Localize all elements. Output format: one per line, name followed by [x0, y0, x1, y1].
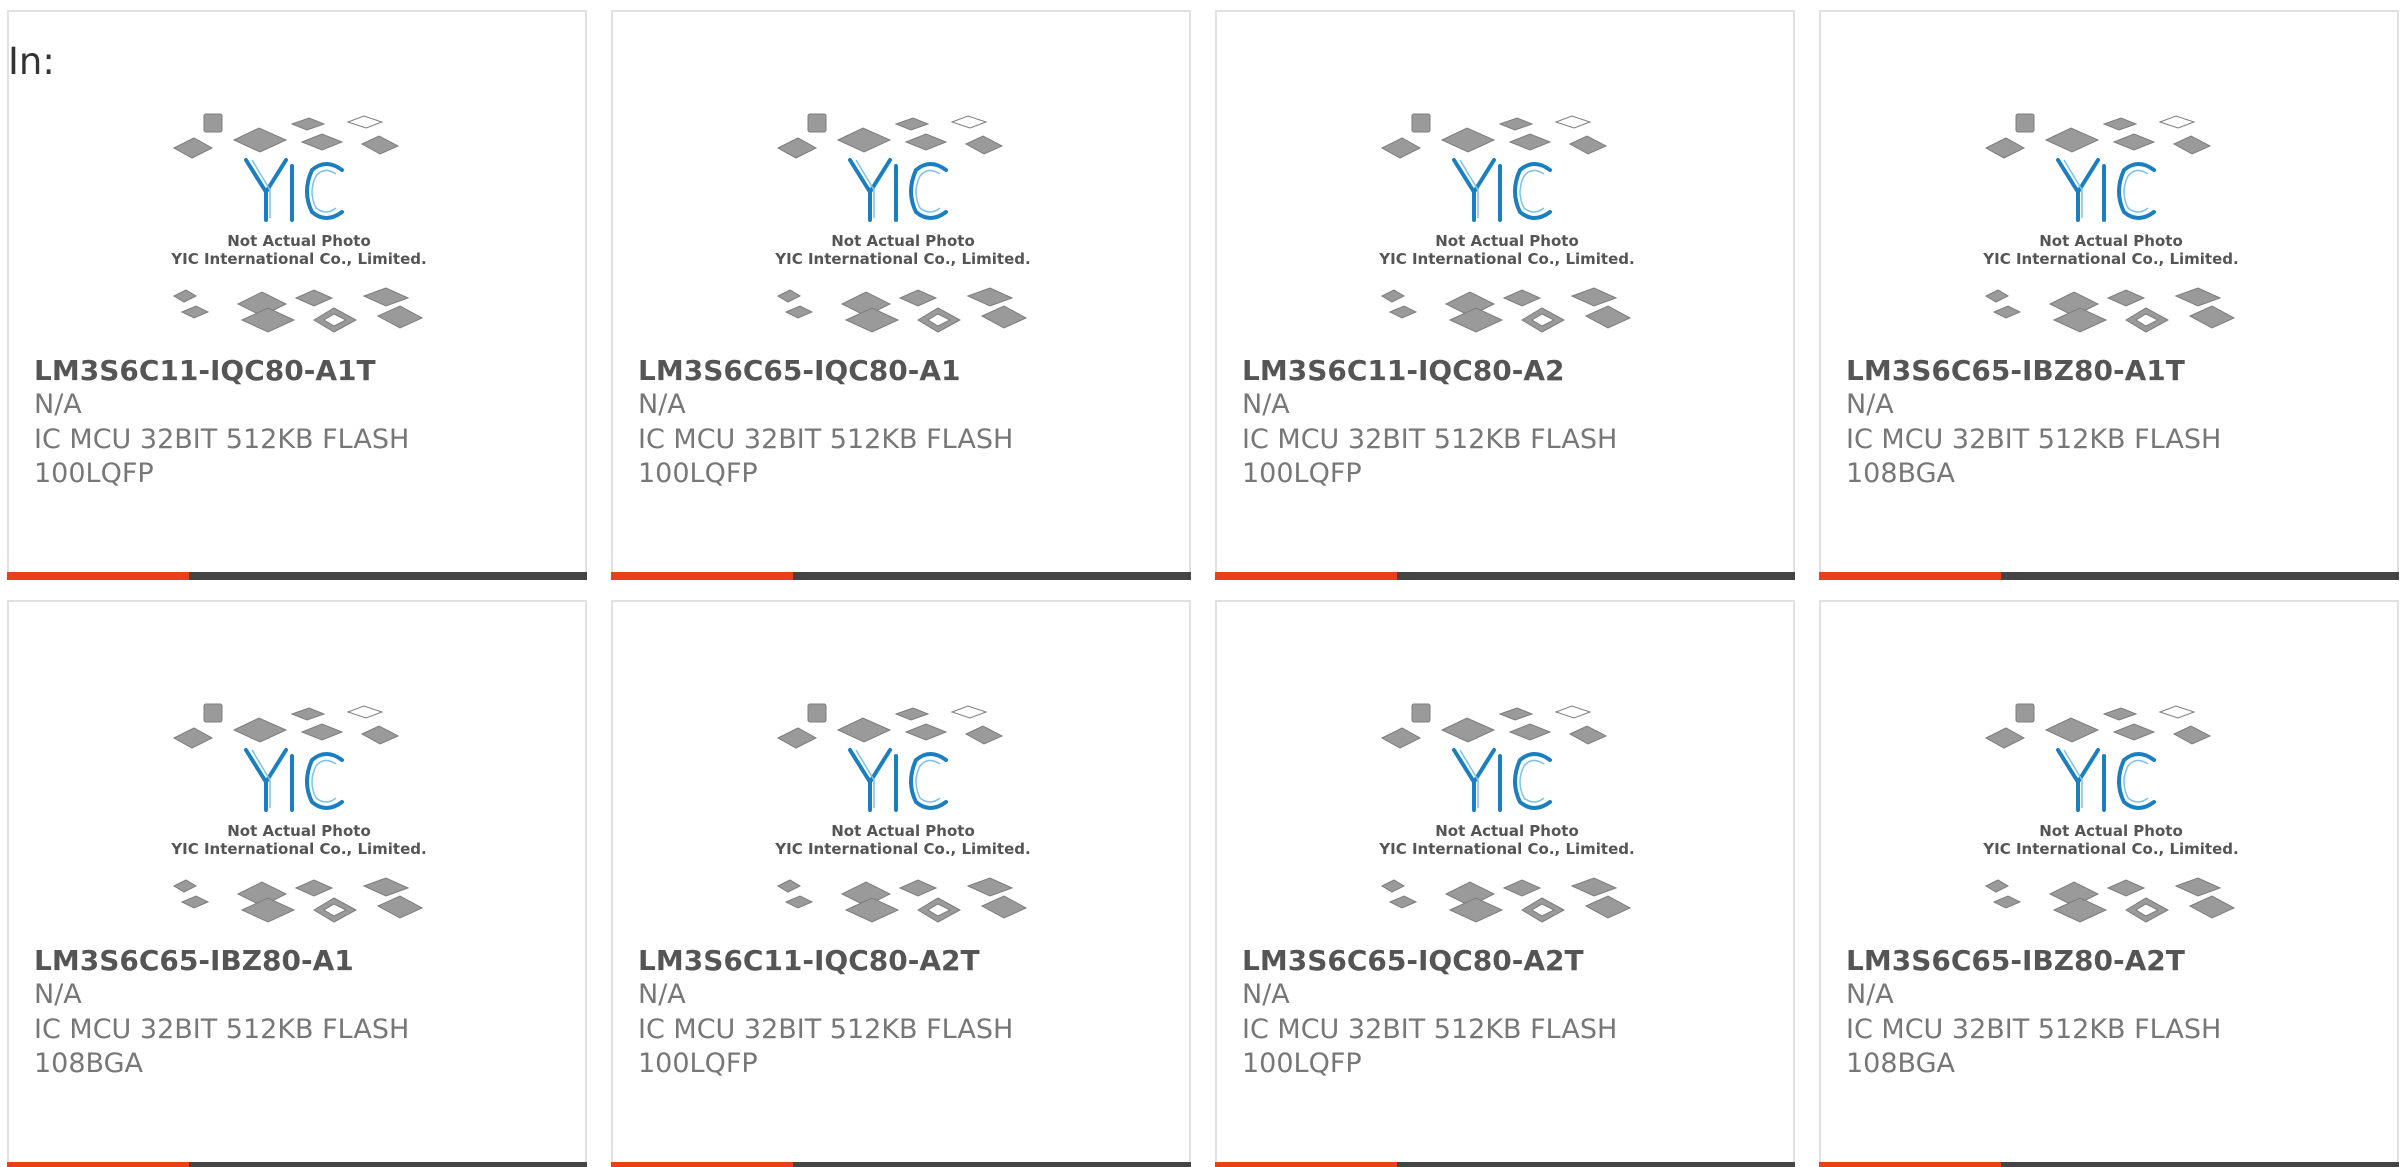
product-card[interactable]: Not Actual Photo YIC International Co., … — [7, 600, 587, 1167]
description: IC MCU 32BIT 512KB FLASH 100LQFP — [638, 423, 1158, 491]
product-photo-placeholder: Not Actual Photo YIC International Co., … — [164, 690, 434, 940]
part-number[interactable]: LM3S6C11-IQC80-A2 — [1242, 354, 1564, 387]
product-photo-placeholder: Not Actual Photo YIC International Co., … — [768, 100, 1038, 350]
photo-line2: YIC International Co., Limited. — [1378, 250, 1634, 268]
card-accent — [611, 572, 793, 580]
card-bottom-bar — [7, 572, 587, 580]
card-accent — [611, 1162, 793, 1167]
part-number[interactable]: LM3S6C11-IQC80-A2T — [638, 944, 980, 977]
photo-line2: YIC International Co., Limited. — [170, 840, 426, 858]
photo-line1: Not Actual Photo — [1435, 232, 1579, 250]
photo-line2: YIC International Co., Limited. — [774, 840, 1030, 858]
page: In: Not Actual Photo YIC International C… — [0, 0, 2400, 1167]
product-card[interactable]: Not Actual Photo YIC International Co., … — [1215, 10, 1795, 580]
description: IC MCU 32BIT 512KB FLASH 108BGA — [1846, 423, 2366, 491]
card-bottom-bar — [1819, 572, 2399, 580]
description-line2: 100LQFP — [1242, 458, 1362, 489]
product-photo-placeholder: Not Actual Photo YIC International Co., … — [164, 100, 434, 350]
manufacturer: N/A — [638, 979, 686, 1010]
description: IC MCU 32BIT 512KB FLASH 100LQFP — [1242, 423, 1762, 491]
photo-line2: YIC International Co., Limited. — [170, 250, 426, 268]
product-photo-placeholder: Not Actual Photo YIC International Co., … — [768, 690, 1038, 940]
card-bottom-bar — [7, 1162, 587, 1167]
description-line1: IC MCU 32BIT 512KB FLASH — [1242, 424, 1618, 455]
product-photo-placeholder: Not Actual Photo YIC International Co., … — [1976, 690, 2246, 940]
description-line1: IC MCU 32BIT 512KB FLASH — [1846, 1014, 2222, 1045]
description-line2: 108BGA — [34, 1048, 143, 1079]
description-line1: IC MCU 32BIT 512KB FLASH — [1242, 1014, 1618, 1045]
description-line2: 108BGA — [1846, 1048, 1955, 1079]
description: IC MCU 32BIT 512KB FLASH 100LQFP — [34, 423, 554, 491]
description-line1: IC MCU 32BIT 512KB FLASH — [638, 424, 1014, 455]
part-number[interactable]: LM3S6C65-IQC80-A1 — [638, 354, 960, 387]
description: IC MCU 32BIT 512KB FLASH 108BGA — [34, 1013, 554, 1081]
product-grid: Not Actual Photo YIC International Co., … — [7, 10, 2399, 1167]
photo-line1: Not Actual Photo — [2039, 822, 2183, 840]
manufacturer: N/A — [1242, 979, 1290, 1010]
card-accent — [7, 1162, 189, 1167]
card-bottom-bar — [611, 572, 1191, 580]
description-line2: 100LQFP — [638, 458, 758, 489]
description-line2: 100LQFP — [1242, 1048, 1362, 1079]
manufacturer: N/A — [34, 979, 82, 1010]
product-photo-placeholder: Not Actual Photo YIC International Co., … — [1976, 100, 2246, 350]
description: IC MCU 32BIT 512KB FLASH 100LQFP — [1242, 1013, 1762, 1081]
manufacturer: N/A — [34, 389, 82, 420]
photo-line2: YIC International Co., Limited. — [1982, 250, 2238, 268]
photo-line1: Not Actual Photo — [2039, 232, 2183, 250]
description: IC MCU 32BIT 512KB FLASH 108BGA — [1846, 1013, 2366, 1081]
product-photo-placeholder: Not Actual Photo YIC International Co., … — [1372, 100, 1642, 350]
manufacturer: N/A — [638, 389, 686, 420]
description-line1: IC MCU 32BIT 512KB FLASH — [34, 1014, 410, 1045]
in-label: In: — [8, 40, 55, 83]
photo-line1: Not Actual Photo — [227, 822, 371, 840]
description-line2: 100LQFP — [34, 458, 154, 489]
photo-line2: YIC International Co., Limited. — [1378, 840, 1634, 858]
product-photo-placeholder: Not Actual Photo YIC International Co., … — [1372, 690, 1642, 940]
card-accent — [7, 572, 189, 580]
part-number[interactable]: LM3S6C65-IBZ80-A2T — [1846, 944, 2185, 977]
card-bottom-bar — [1819, 1162, 2399, 1167]
photo-line1: Not Actual Photo — [227, 232, 371, 250]
card-accent — [1819, 572, 2001, 580]
card-accent — [1819, 1162, 2001, 1167]
photo-line1: Not Actual Photo — [831, 232, 975, 250]
description-line1: IC MCU 32BIT 512KB FLASH — [638, 1014, 1014, 1045]
description-line1: IC MCU 32BIT 512KB FLASH — [1846, 424, 2222, 455]
manufacturer: N/A — [1846, 979, 1894, 1010]
photo-line2: YIC International Co., Limited. — [774, 250, 1030, 268]
part-number[interactable]: LM3S6C65-IBZ80-A1T — [1846, 354, 2185, 387]
description-line2: 100LQFP — [638, 1048, 758, 1079]
description-line2: 108BGA — [1846, 458, 1955, 489]
description-line1: IC MCU 32BIT 512KB FLASH — [34, 424, 410, 455]
product-card[interactable]: Not Actual Photo YIC International Co., … — [611, 10, 1191, 580]
description: IC MCU 32BIT 512KB FLASH 100LQFP — [638, 1013, 1158, 1081]
card-accent — [1215, 572, 1397, 580]
part-number[interactable]: LM3S6C11-IQC80-A1T — [34, 354, 376, 387]
part-number[interactable]: LM3S6C65-IQC80-A2T — [1242, 944, 1584, 977]
product-card[interactable]: Not Actual Photo YIC International Co., … — [1819, 600, 2399, 1167]
card-bottom-bar — [611, 1162, 1191, 1167]
product-card[interactable]: Not Actual Photo YIC International Co., … — [7, 10, 587, 580]
part-number[interactable]: LM3S6C65-IBZ80-A1 — [34, 944, 354, 977]
card-bottom-bar — [1215, 1162, 1795, 1167]
product-card[interactable]: Not Actual Photo YIC International Co., … — [1215, 600, 1795, 1167]
manufacturer: N/A — [1242, 389, 1290, 420]
photo-line1: Not Actual Photo — [831, 822, 975, 840]
photo-line2: YIC International Co., Limited. — [1982, 840, 2238, 858]
card-bottom-bar — [1215, 572, 1795, 580]
photo-line1: Not Actual Photo — [1435, 822, 1579, 840]
product-card[interactable]: Not Actual Photo YIC International Co., … — [611, 600, 1191, 1167]
card-accent — [1215, 1162, 1397, 1167]
manufacturer: N/A — [1846, 389, 1894, 420]
product-card[interactable]: Not Actual Photo YIC International Co., … — [1819, 10, 2399, 580]
